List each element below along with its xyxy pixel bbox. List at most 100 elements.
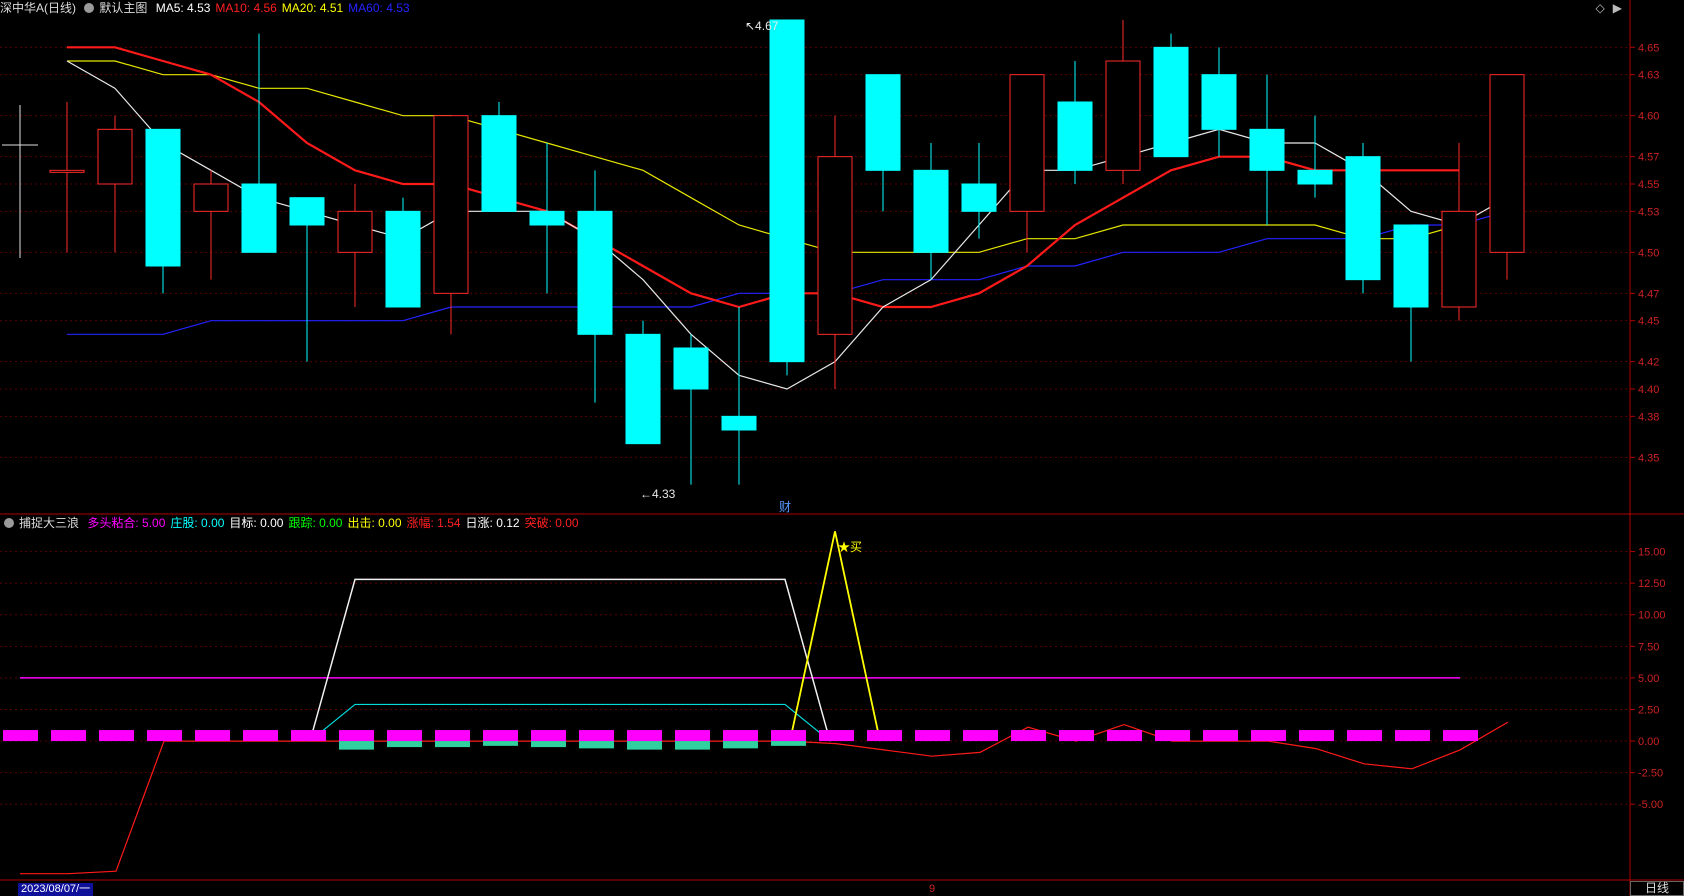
candle-body — [913, 169, 949, 253]
indicator-tick-label: -2.50 — [1638, 768, 1663, 780]
sticky-bar — [867, 730, 902, 742]
price-tick-label: 4.47 — [1638, 288, 1659, 300]
candle-body — [241, 183, 277, 253]
date-cursor-label: 2023/08/07/一 — [18, 883, 94, 896]
stock-chart-canvas[interactable]: 4.65 4.63 4.60 4.57 4.55 4.53 4.50 4.47 4.45 4.42… — [0, 0, 1684, 896]
ma-label-3: MA60: 4.53 — [348, 1, 410, 15]
sticky-bar — [1203, 730, 1238, 742]
sticky-bar — [147, 730, 182, 742]
sticky-bar — [483, 730, 518, 742]
expand-arrow-icon[interactable]: ▶ — [1613, 1, 1622, 15]
sticky-bar — [579, 730, 614, 742]
candle-body — [1393, 224, 1429, 308]
period-tab[interactable]: 日线 — [1630, 881, 1684, 896]
candle-body — [1009, 74, 1045, 212]
track-bar — [387, 741, 422, 748]
diamond-icon[interactable]: ◇ — [1596, 1, 1605, 15]
indicator-toggle-icon[interactable] — [4, 518, 14, 528]
track-bar — [435, 741, 470, 748]
candle-body — [145, 128, 181, 267]
candle-body — [961, 183, 997, 212]
candle-body — [721, 415, 757, 431]
track-bar — [339, 741, 374, 750]
candle-body — [385, 210, 421, 308]
sticky-bar — [723, 730, 758, 742]
sticky-bar — [1155, 730, 1190, 742]
indicator-header: 捕捉大三浪 多头粘合: 5.00 庄股: 0.00 目标: 0.00 跟踪: 0.00… — [4, 515, 589, 531]
sticky-bar — [1107, 730, 1142, 742]
price-tick-label: 4.65 — [1638, 42, 1659, 54]
candle-body — [1297, 169, 1333, 185]
stock-name[interactable]: 深中华A — [0, 1, 44, 15]
sticky-bar — [3, 730, 38, 742]
candle-body — [289, 197, 325, 226]
ma-label-0: MA5: 4.53 — [155, 1, 211, 15]
candle-body — [433, 115, 469, 294]
indicator-param-2: 目标: 0.00 — [229, 516, 284, 530]
price-tick-label: 4.53 — [1638, 206, 1659, 218]
candle-body — [49, 169, 85, 173]
indicator-param-5: 涨幅: 1.54 — [406, 516, 461, 530]
finance-marker: 财 — [779, 500, 791, 514]
indicator-param-1: 庄股: 0.00 — [170, 516, 225, 530]
sticky-bar — [1059, 730, 1094, 742]
indicator-tick-label: 7.50 — [1638, 641, 1659, 653]
sticky-bar — [1011, 730, 1046, 742]
track-bar — [483, 741, 518, 746]
high-price-label: ↖4.67 — [745, 19, 779, 33]
indicator-param-0: 多头粘合: 5.00 — [87, 516, 166, 530]
window-controls: ◇ ▶ — [1588, 1, 1622, 15]
indicator-tick-label: 2.50 — [1638, 704, 1659, 716]
track-bar — [579, 741, 614, 749]
candle-body — [865, 74, 901, 171]
sticky-bar — [387, 730, 422, 742]
track-bar — [675, 741, 710, 750]
sticky-bar — [291, 730, 326, 742]
sticky-bar — [51, 730, 86, 742]
target-line — [309, 578, 831, 742]
indicator-param-4: 出击: 0.00 — [347, 516, 402, 530]
sticky-bar — [771, 730, 806, 742]
price-tick-label: 4.55 — [1638, 179, 1659, 191]
indicator-tick-label: 5.00 — [1638, 673, 1659, 685]
sticky-bar — [531, 730, 566, 742]
price-tick-label: 4.63 — [1638, 70, 1659, 82]
sticky-bar — [819, 730, 854, 742]
sticky-bar — [1443, 730, 1478, 742]
low-price-label: ←4.33 — [640, 487, 676, 501]
gain-line — [20, 721, 1509, 875]
price-tick-label: 4.50 — [1638, 247, 1659, 259]
candle-body — [529, 210, 565, 226]
sticky-bar — [435, 730, 470, 742]
indicator-tick-label: -5.00 — [1638, 799, 1663, 811]
ma10-line — [67, 46, 1459, 309]
template-name[interactable]: 默认主图 — [99, 1, 147, 15]
candle-body — [673, 347, 709, 390]
indicator-tick-label: 10.00 — [1638, 610, 1666, 622]
track-bar — [531, 741, 566, 748]
price-tick-label: 4.42 — [1638, 357, 1659, 369]
sticky-bar — [915, 730, 950, 742]
candle-body — [625, 333, 661, 445]
indicator-tick-label: 15.00 — [1638, 547, 1666, 559]
main-chart-header: 深中华A(日线) 默认主图 MA5: 4.53 MA10: 4.56 MA20: 4… — [0, 0, 420, 16]
sticky-bar — [1395, 730, 1430, 742]
template-toggle-icon[interactable] — [84, 3, 95, 13]
track-bar — [627, 741, 662, 750]
period-label: (日线) — [44, 1, 77, 15]
candle-body — [481, 115, 517, 212]
sticky-bar — [1299, 730, 1334, 742]
price-tick-label: 4.60 — [1638, 111, 1659, 123]
candle-body — [1153, 46, 1189, 158]
track-bar — [771, 741, 806, 746]
candle-body — [97, 128, 133, 185]
indicator-params: 多头粘合: 5.00 庄股: 0.00 目标: 0.00 跟踪: 0.00 出击: 0.… — [87, 516, 583, 530]
month-marker: 9 — [929, 883, 936, 895]
sticky-bar — [195, 730, 230, 742]
price-tick-label: 4.57 — [1638, 152, 1659, 164]
candle-body — [1489, 74, 1525, 253]
indicator-param-7: 突破: 0.00 — [524, 516, 579, 530]
indicator-name[interactable]: 捕捉大三浪 — [19, 516, 79, 530]
price-tick-label: 4.45 — [1638, 316, 1659, 328]
sticky-bar — [339, 730, 374, 742]
